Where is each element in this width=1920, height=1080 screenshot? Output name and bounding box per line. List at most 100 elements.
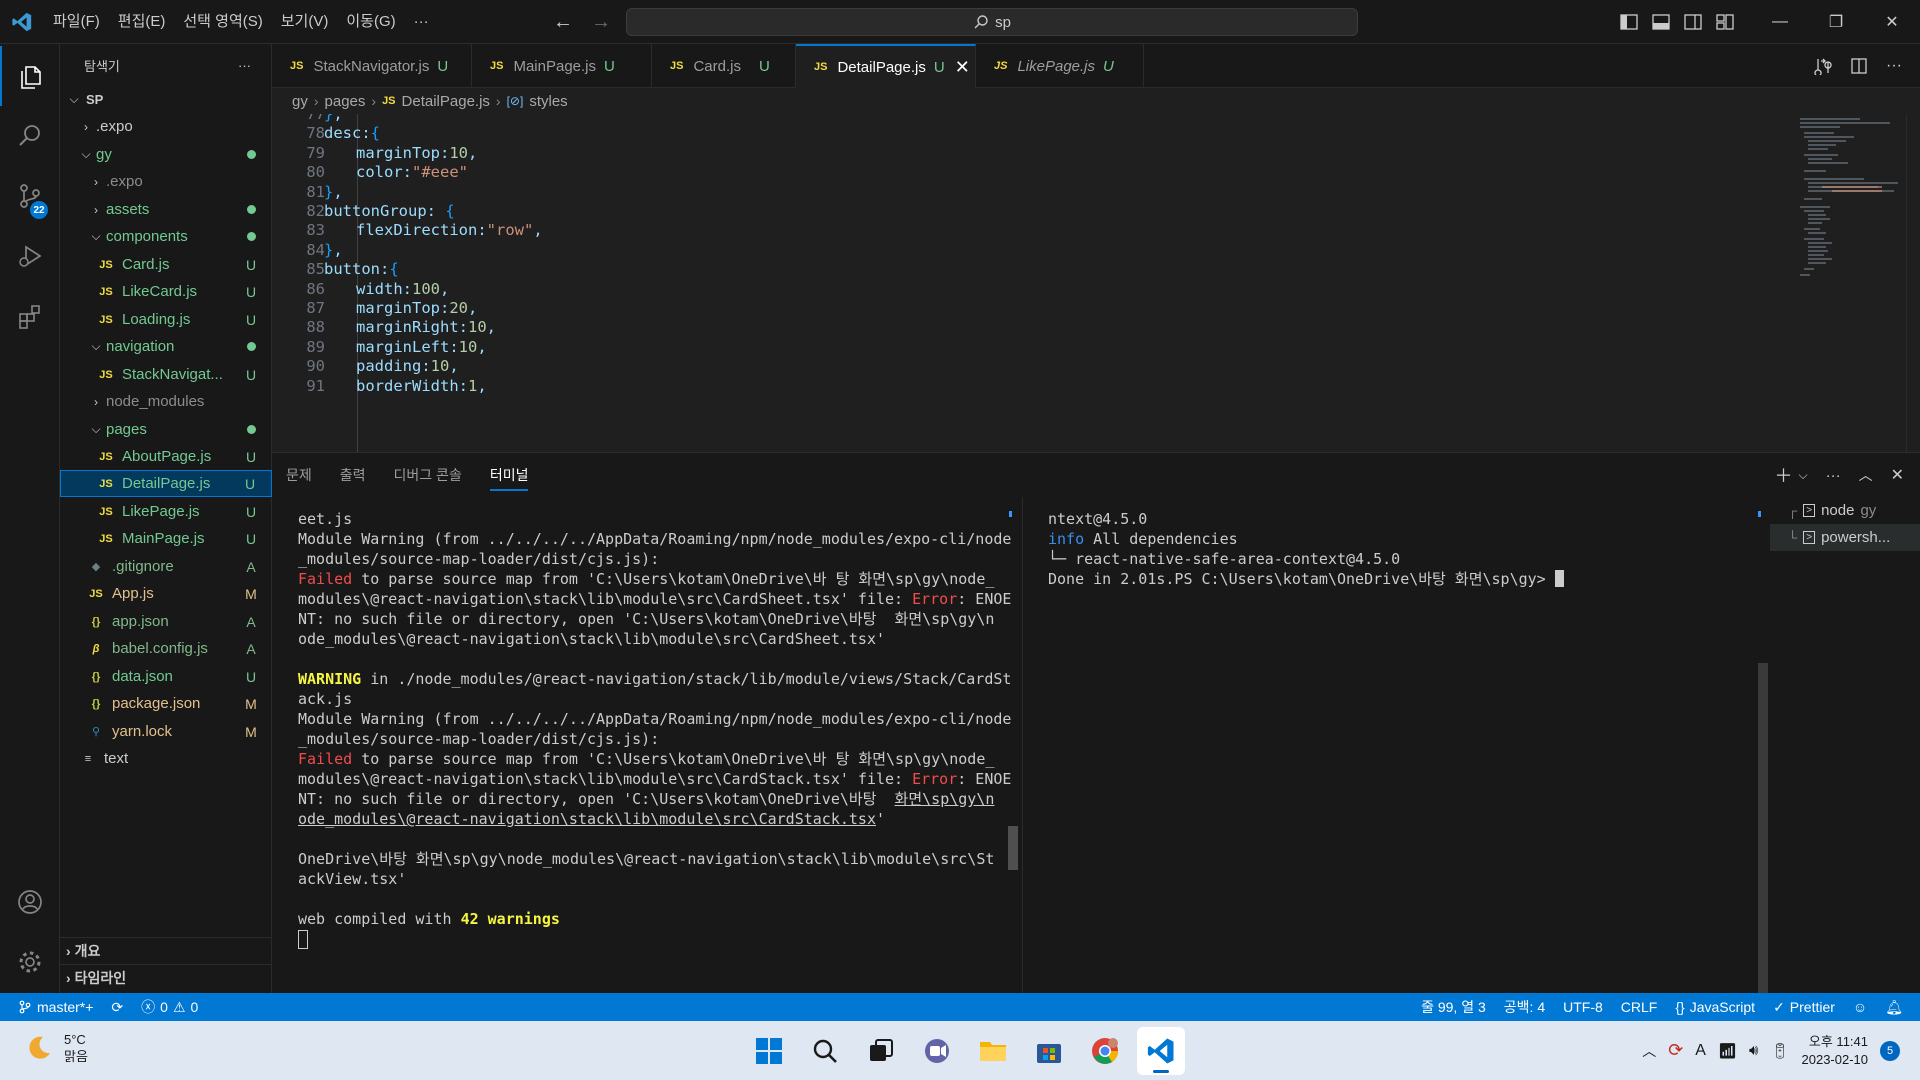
file-explorer-button[interactable] (969, 1027, 1017, 1075)
file-mainpage-js[interactable]: JS MainPage.js U (60, 525, 272, 552)
folder-root[interactable]: ⌵ SP (60, 86, 272, 113)
folder-assets[interactable]: › assets (60, 196, 272, 223)
editor-scrollbar[interactable] (1906, 114, 1920, 452)
vscode-taskbar-button[interactable] (1137, 1027, 1185, 1075)
close-tab-icon[interactable]: ✕ (955, 57, 970, 78)
terminal-link[interactable]: 화면\sp\gy\n (895, 790, 995, 808)
customize-layout-icon[interactable] (1716, 14, 1734, 30)
menu-selection[interactable]: 선택 영역(S) (174, 0, 271, 44)
terminal-scrollbar[interactable] (1758, 663, 1768, 994)
wifi-icon[interactable]: 📶︎ (1718, 1042, 1737, 1060)
folder-pages[interactable]: ⌵ pages (60, 416, 272, 443)
terminal-item-node[interactable]: ┌ > node gy (1770, 497, 1920, 524)
close-window-button[interactable]: ✕ (1864, 0, 1920, 44)
encoding[interactable]: UTF-8 (1554, 999, 1612, 1015)
toggle-primary-sidebar-icon[interactable] (1620, 14, 1638, 30)
tab-debug-console[interactable]: 디버그 콘솔 (380, 453, 476, 497)
command-center-search[interactable]: sp (626, 8, 1358, 36)
tab-mainpage-js[interactable]: JS MainPage.js U (472, 44, 652, 88)
tab-problems[interactable]: 문제 (272, 453, 326, 497)
teams-chat-button[interactable] (913, 1027, 961, 1075)
file-package-json[interactable]: {} package.json M (60, 690, 272, 717)
folder-gy[interactable]: ⌵ gy (60, 141, 272, 168)
toggle-secondary-sidebar-icon[interactable] (1684, 14, 1702, 30)
menu-more[interactable]: ··· (405, 0, 438, 44)
tab-terminal[interactable]: 터미널 (476, 453, 543, 497)
chrome-button[interactable] (1081, 1027, 1129, 1075)
terminal-split-divider[interactable] (1022, 497, 1023, 994)
open-changes-icon[interactable] (1814, 57, 1832, 75)
settings-gear-icon[interactable] (0, 932, 60, 992)
menu-edit[interactable]: 편집(E) (109, 0, 175, 44)
tab-card-js[interactable]: JS Card.js U (652, 44, 796, 88)
clock[interactable]: 오후 11:41 2023-02-10 (1802, 1033, 1869, 1069)
split-editor-icon[interactable] (1850, 57, 1868, 75)
maximize-button[interactable]: ❐ (1808, 0, 1864, 44)
problems-status[interactable]: ⓧ 0 ⚠ 0 (132, 997, 207, 1017)
code-editor[interactable]: 77}, 78 desc:{79 marginTop:10, 80 color:"#eee… (272, 114, 1920, 452)
file-app-json[interactable]: {} app.json A (60, 608, 272, 635)
minimize-button[interactable]: — (1752, 0, 1808, 44)
accounts-icon[interactable] (0, 872, 60, 932)
menu-go[interactable]: 이동(G) (337, 0, 404, 44)
microsoft-store-button[interactable] (1025, 1027, 1073, 1075)
maximize-panel-icon[interactable]: ︿ (1859, 465, 1873, 485)
file-stacknavigator-js[interactable]: JS StackNavigat... U (60, 361, 272, 388)
panel-more-icon[interactable]: ··· (1826, 467, 1841, 484)
volume-icon[interactable]: 🔊︎ (1749, 1042, 1758, 1059)
file-text[interactable]: ≡ text (60, 745, 272, 772)
source-control-icon[interactable]: 22 (0, 166, 60, 226)
new-terminal-icon[interactable]: ＋ (1774, 462, 1792, 488)
breadcrumb-item[interactable]: gy (292, 93, 308, 110)
terminal-link[interactable]: ode_modules\@react-navigation\stack\lib\… (298, 810, 876, 828)
run-debug-icon[interactable] (0, 226, 60, 286)
input-method-icon[interactable]: A (1695, 1042, 1706, 1060)
battery-icon[interactable]: 🔋︎ (1770, 1042, 1789, 1060)
folder-expo[interactable]: › .expo (60, 113, 272, 140)
file-yarn-lock[interactable]: ⚲ yarn.lock M (60, 718, 272, 745)
close-panel-icon[interactable]: ✕ (1891, 465, 1904, 485)
file-likepage-js[interactable]: JS LikePage.js U (60, 498, 272, 525)
tab-detailpage-js[interactable]: JS DetailPage.js U ✕ (796, 44, 976, 88)
chevron-up-icon[interactable]: ︿ (1642, 1041, 1656, 1061)
folder-components[interactable]: ⌵ components (60, 223, 272, 250)
timeline-section[interactable]: › 타임라인 (60, 964, 272, 991)
terminal-scrollbar[interactable] (1008, 826, 1018, 870)
tab-stacknavigator-js[interactable]: JS StackNavigator.js U (272, 44, 472, 88)
minimap[interactable] (1792, 114, 1902, 314)
breadcrumb-item[interactable]: pages (325, 93, 366, 110)
tab-output[interactable]: 출력 (326, 453, 380, 497)
sync-button[interactable]: ⟳ (102, 999, 132, 1016)
language-mode[interactable]: {} JavaScript (1666, 999, 1764, 1015)
notification-badge[interactable]: 5 (1880, 1040, 1900, 1061)
back-arrow-icon[interactable]: ← (553, 11, 573, 34)
notifications-bell-icon[interactable]: 🔔︎ (1876, 999, 1912, 1016)
feedback-icon[interactable]: ☺ (1844, 999, 1876, 1015)
file-likecard-js[interactable]: JS LikeCard.js U (60, 278, 272, 305)
folder-node-modules[interactable]: › node_modules (60, 388, 272, 415)
file-card-js[interactable]: JS Card.js U (60, 251, 272, 278)
outline-section[interactable]: › 개요 (60, 937, 272, 964)
explorer-icon[interactable] (0, 46, 60, 106)
terminal-item-powershell[interactable]: └ > powersh... (1770, 524, 1920, 551)
file-babel-config-js[interactable]: β babel.config.js A (60, 635, 272, 662)
weather-widget[interactable]: 5°C 맑음 (24, 1031, 88, 1065)
taskbar-search-button[interactable] (801, 1027, 849, 1075)
file-loading-js[interactable]: JS Loading.js U (60, 306, 272, 333)
prettier-status[interactable]: ✓ Prettier (1764, 999, 1844, 1016)
line-ending[interactable]: CRLF (1612, 999, 1667, 1015)
explorer-more-icon[interactable]: ··· (238, 58, 251, 73)
toggle-panel-icon[interactable] (1652, 14, 1670, 30)
extensions-icon[interactable] (0, 286, 60, 346)
breadcrumb-item[interactable]: DetailPage.js (402, 93, 490, 110)
file-app-js[interactable]: JS App.js M (60, 580, 272, 607)
tab-likepage-js[interactable]: JS LikePage.js U (976, 44, 1144, 88)
menu-file[interactable]: 파일(F) (44, 0, 109, 44)
file-gitignore[interactable]: ◆ .gitignore A (60, 553, 272, 580)
indentation[interactable]: 공백: 4 (1495, 997, 1554, 1017)
folder-gy-expo[interactable]: › .expo (60, 168, 272, 195)
task-view-button[interactable] (857, 1027, 905, 1075)
forward-arrow-icon[interactable]: → (591, 11, 611, 34)
sync-status-icon[interactable]: ⟳ (1668, 1040, 1683, 1061)
breadcrumb-item[interactable]: styles (529, 93, 567, 110)
